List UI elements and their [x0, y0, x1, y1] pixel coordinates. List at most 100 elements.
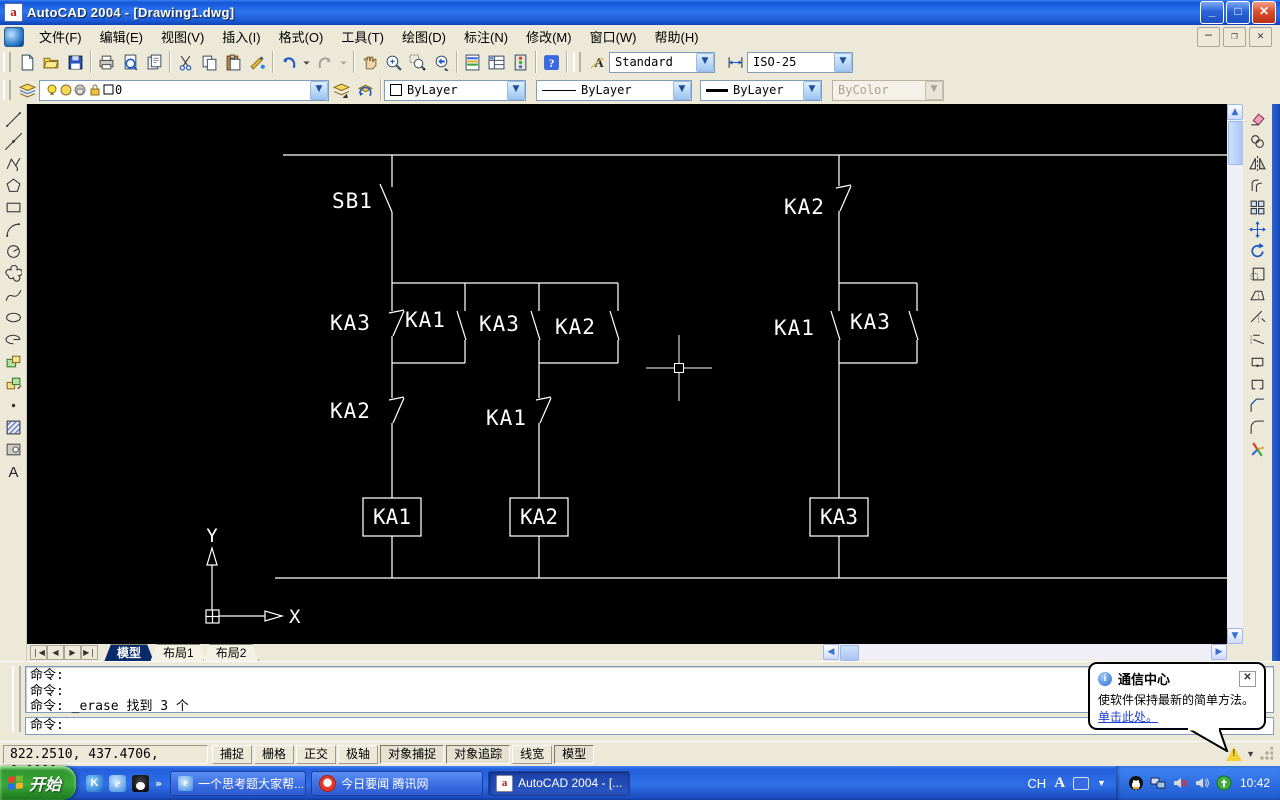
paste-icon[interactable]	[221, 50, 245, 74]
undo-icon[interactable]	[276, 50, 300, 74]
vertical-scroll-thumb[interactable]	[1228, 121, 1244, 165]
zoom-window-icon[interactable]	[405, 50, 429, 74]
tab-layout1[interactable]: 布局1	[150, 644, 207, 662]
volume-tray-icon[interactable]	[1194, 775, 1210, 791]
tab-layout2[interactable]: 布局2	[203, 644, 260, 662]
dim-style-combo[interactable]: ISO-25 ▼	[747, 52, 853, 73]
text-style-icon[interactable]: A	[585, 50, 609, 74]
redo-icon[interactable]	[313, 50, 337, 74]
trim-icon[interactable]	[1246, 306, 1269, 328]
revision-cloud-icon[interactable]	[2, 262, 25, 284]
toolbar-grip[interactable]	[3, 52, 11, 72]
fillet-icon[interactable]	[1246, 416, 1269, 438]
erase-icon[interactable]	[1246, 108, 1269, 130]
color-combo[interactable]: ByLayer ▼	[384, 80, 526, 101]
dim-style-icon[interactable]	[723, 50, 747, 74]
polyline-icon[interactable]	[2, 152, 25, 174]
prev-tab-icon[interactable]: ◀	[47, 645, 64, 660]
layers-icon[interactable]	[15, 78, 39, 102]
close-button[interactable]: ✕	[1252, 1, 1276, 24]
doc-restore-button[interactable]: ❐	[1223, 27, 1246, 47]
drawing-canvas[interactable]: Y X KA1KA2KA3SB1KA2KA3KA1KA3KA2KA1KA3KA2…	[27, 104, 1227, 644]
start-button[interactable]: 开始	[0, 766, 76, 800]
open-icon[interactable]	[39, 50, 63, 74]
task-autocad[interactable]: a AutoCAD 2004 - [...	[488, 771, 630, 796]
task-browser-1[interactable]: e 一个思考题大家帮...	[170, 771, 306, 796]
menu-insert[interactable]: 插入(I)	[213, 24, 269, 49]
multiline-text-icon[interactable]: A	[2, 460, 25, 482]
chevron-down-icon[interactable]: ▼	[507, 81, 525, 100]
osnap-toggle[interactable]: 对象捕捉	[380, 745, 444, 764]
layer-previous-icon[interactable]	[353, 78, 377, 102]
ime-mode-icon[interactable]: A	[1054, 775, 1065, 792]
chevron-down-icon[interactable]: ▼	[834, 53, 852, 72]
polygon-icon[interactable]	[2, 174, 25, 196]
move-icon[interactable]	[1246, 218, 1269, 240]
tool-palettes-icon[interactable]	[508, 50, 532, 74]
array-icon[interactable]	[1246, 196, 1269, 218]
horizontal-scrollbar[interactable]: ◀ ▶	[823, 644, 1227, 660]
quicklaunch-overflow-icon[interactable]: »	[155, 777, 162, 790]
scroll-up-icon[interactable]: ▲	[1227, 104, 1243, 120]
doc-close-button[interactable]: ✕	[1249, 27, 1272, 47]
new-icon[interactable]	[15, 50, 39, 74]
ellipse-icon[interactable]	[2, 306, 25, 328]
menu-modify[interactable]: 修改(M)	[517, 24, 581, 49]
publish-icon[interactable]	[142, 50, 166, 74]
make-block-icon[interactable]	[2, 372, 25, 394]
snap-toggle[interactable]: 捕捉	[212, 745, 252, 764]
chevron-down-icon[interactable]: ▼	[310, 81, 328, 100]
command-history[interactable]: 命令: 命令: 命令: _erase 找到 3 个	[25, 666, 1274, 713]
model-toggle[interactable]: 模型	[554, 745, 594, 764]
lineweight-toggle[interactable]: 线宽	[512, 745, 552, 764]
otrack-toggle[interactable]: 对象追踪	[446, 745, 510, 764]
command-window-grip[interactable]	[12, 666, 21, 732]
first-tab-icon[interactable]: ❘◀	[30, 645, 47, 660]
copy-object-icon[interactable]	[1246, 130, 1269, 152]
circle-icon[interactable]	[2, 240, 25, 262]
chevron-down-icon[interactable]: ▼	[696, 53, 714, 72]
rectangle-icon[interactable]	[2, 196, 25, 218]
balloon-link[interactable]: 单击此处。	[1098, 710, 1158, 724]
scroll-down-icon[interactable]: ▼	[1227, 628, 1243, 644]
qq-tray-icon[interactable]	[1128, 775, 1144, 791]
task-browser-2[interactable]: 今日要闻 腾讯网	[311, 771, 483, 796]
zoom-previous-icon[interactable]	[429, 50, 453, 74]
chamfer-icon[interactable]	[1246, 394, 1269, 416]
title-bar[interactable]: a AutoCAD 2004 - [Drawing1.dwg] _ □ ✕	[0, 0, 1280, 25]
language-options-icon[interactable]: ▼	[1097, 778, 1106, 788]
offset-icon[interactable]	[1246, 174, 1269, 196]
mute-tray-icon[interactable]	[1172, 775, 1188, 791]
menu-tools[interactable]: 工具(T)	[332, 24, 393, 49]
make-layer-current-icon[interactable]	[329, 78, 353, 102]
insert-block-icon[interactable]	[2, 350, 25, 372]
rotate-icon[interactable]	[1246, 240, 1269, 262]
horizontal-scroll-thumb[interactable]	[840, 645, 859, 661]
menu-dimension[interactable]: 标注(N)	[455, 24, 517, 49]
scale-icon[interactable]	[1246, 262, 1269, 284]
resize-grip[interactable]	[1259, 747, 1273, 761]
next-tab-icon[interactable]: ▶	[64, 645, 81, 660]
zoom-realtime-icon[interactable]	[381, 50, 405, 74]
ortho-toggle[interactable]: 正交	[296, 745, 336, 764]
menu-format[interactable]: 格式(O)	[270, 24, 333, 49]
menu-view[interactable]: 视图(V)	[152, 24, 213, 49]
quicklaunch-k-icon[interactable]: K	[86, 775, 103, 792]
point-icon[interactable]	[2, 394, 25, 416]
tab-model[interactable]: 模型	[104, 644, 154, 662]
command-input[interactable]: 命令:	[25, 717, 1274, 735]
plot-preview-icon[interactable]	[118, 50, 142, 74]
properties-icon[interactable]	[460, 50, 484, 74]
chevron-down-icon[interactable]: ▼	[673, 81, 691, 100]
mirror-icon[interactable]	[1246, 152, 1269, 174]
minimize-button[interactable]: _	[1200, 1, 1224, 24]
undo-dropdown-icon[interactable]	[300, 50, 313, 74]
arc-icon[interactable]	[2, 218, 25, 240]
cut-icon[interactable]	[173, 50, 197, 74]
layer-combo[interactable]: 0 ▼	[39, 80, 329, 101]
update-shield-tray-icon[interactable]	[1216, 775, 1232, 791]
stretch-icon[interactable]	[1246, 284, 1269, 306]
save-icon[interactable]	[63, 50, 87, 74]
ellipse-arc-icon[interactable]	[2, 328, 25, 350]
copy-icon[interactable]	[197, 50, 221, 74]
